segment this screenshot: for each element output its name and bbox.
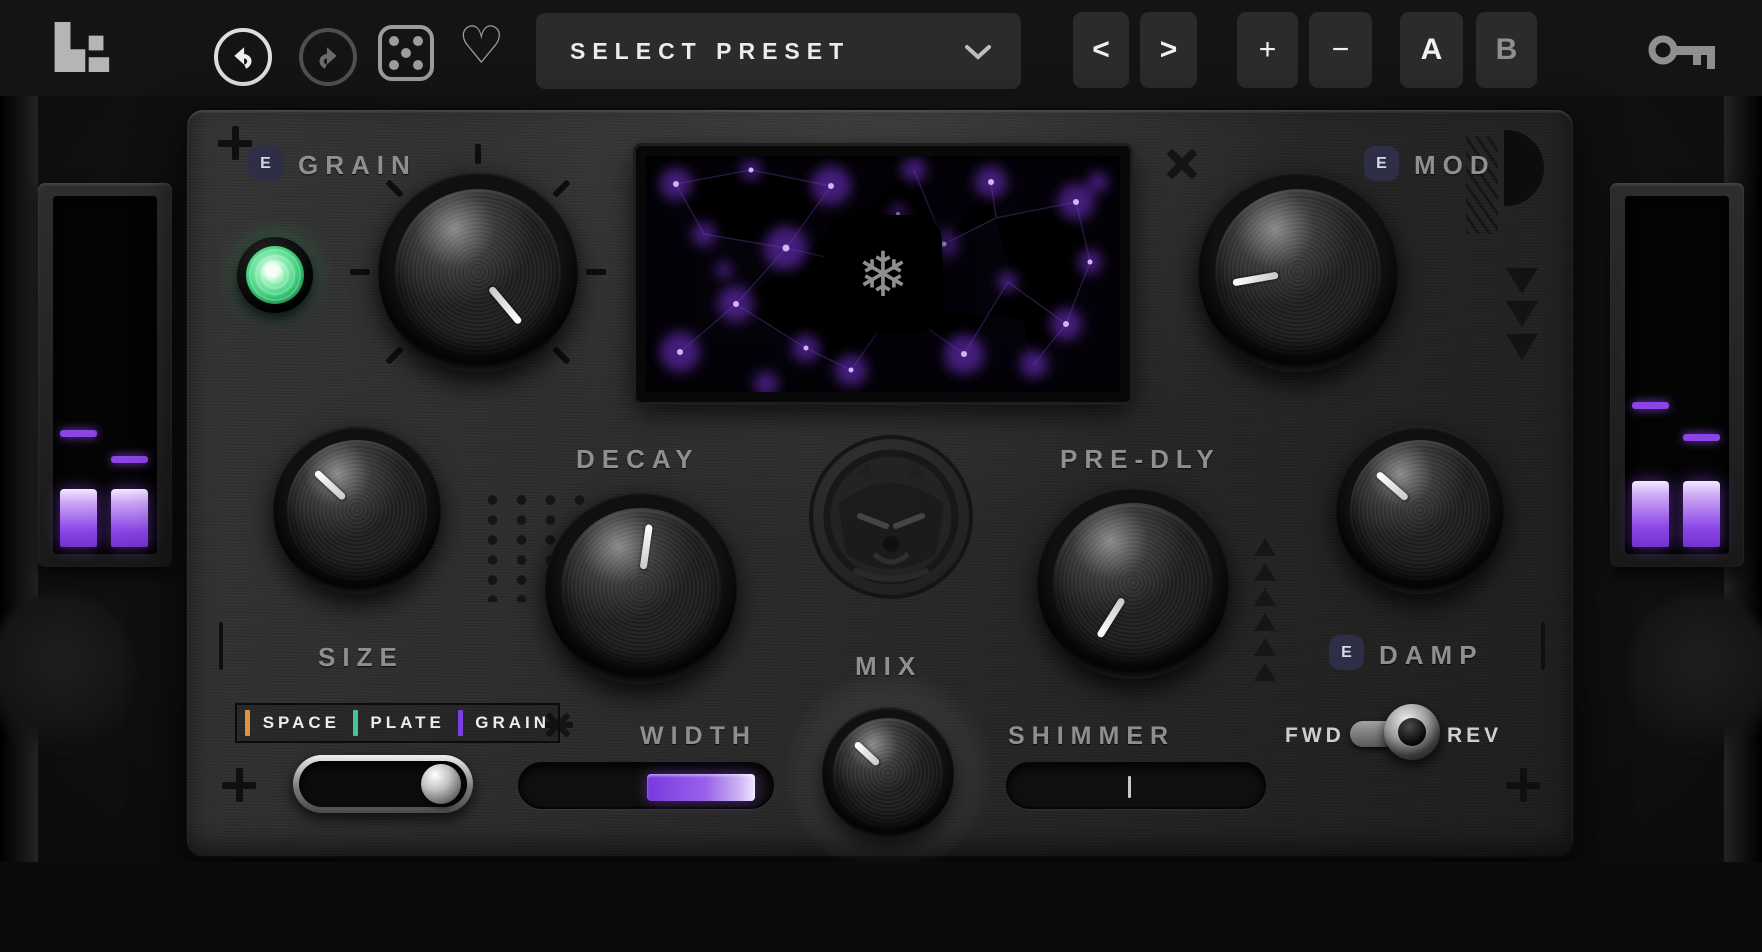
deco-triangle-up [1254, 588, 1276, 606]
grain-knob[interactable] [378, 172, 578, 372]
decay-label: DECAY [576, 444, 700, 475]
meter-window [1625, 196, 1729, 554]
output-level-meter [1610, 183, 1744, 567]
zoom-in-button[interactable]: + [1237, 12, 1298, 88]
mod-expand-badge[interactable]: E [1364, 146, 1399, 181]
deco-triangle-up [1254, 538, 1276, 556]
plugin-window: ♡ SELECT PRESET < > + − A B [0, 0, 1762, 952]
width-label: WIDTH [640, 722, 757, 751]
shimmer-slider[interactable] [1006, 762, 1266, 809]
favorite-heart-icon[interactable]: ♡ [458, 18, 505, 74]
input-level-meter [38, 183, 172, 567]
preset-prev-button[interactable]: < [1073, 12, 1129, 88]
predelay-label: PRE-DLY [1060, 444, 1221, 475]
meter-window [53, 196, 157, 554]
fwd-label: FWD [1285, 724, 1345, 748]
preset-select-label: SELECT PRESET [570, 38, 850, 65]
predelay-knob[interactable] [1037, 487, 1229, 679]
meter-peak-right [111, 456, 148, 463]
mode-option-plate[interactable]: PLATE [370, 713, 444, 733]
background-knob-right [1626, 592, 1762, 762]
particle-display: ❄ [646, 156, 1120, 392]
randomize-dice-button[interactable] [377, 24, 435, 87]
mode-option-grain[interactable]: GRAIN [475, 713, 550, 733]
deco-x-mark [1166, 148, 1198, 180]
deco-triangle-up [1254, 663, 1276, 681]
status-bar: i MODE: Space (Hall/Room/Chamber) / Plat… [0, 862, 1762, 952]
damp-expand-badge[interactable]: E [1329, 635, 1364, 670]
mod-knob[interactable] [1198, 172, 1398, 372]
rev-label: REV [1447, 724, 1502, 748]
meter-peak-left [60, 430, 97, 437]
background-knob-left [0, 592, 136, 762]
deco-plus-bottom-left [222, 768, 256, 802]
size-label: SIZE [318, 642, 404, 673]
meter-peak-right [1683, 434, 1720, 441]
mix-knob[interactable] [822, 707, 954, 839]
shimmer-label: SHIMMER [1008, 722, 1175, 751]
top-toolbar: ♡ SELECT PRESET < > + − A B [0, 0, 1762, 96]
deco-plus-top-left [218, 126, 252, 160]
shimmer-slider-handle[interactable] [1128, 776, 1131, 798]
deco-triangle-down [1506, 334, 1538, 360]
ab-compare-b-button[interactable]: B [1476, 12, 1537, 88]
snowflake-icon[interactable]: ❄ [824, 215, 942, 333]
undo-button[interactable] [214, 28, 272, 86]
mode-tick-plate [353, 710, 358, 736]
deco-triangle-down [1506, 301, 1538, 327]
deco-plus-bottom-right [1506, 768, 1540, 802]
meter-bar-left [1632, 481, 1669, 547]
direction-toggle-switch[interactable] [1384, 704, 1440, 760]
meter-peak-left [1632, 402, 1669, 409]
damp-knob[interactable] [1336, 426, 1504, 594]
mode-selector[interactable]: SPACE PLATE GRAIN [235, 703, 560, 743]
damp-label: DAMP [1379, 640, 1484, 671]
deco-triangle-up [1254, 563, 1276, 581]
deco-triangle-down [1506, 268, 1538, 294]
width-slider-fill [647, 774, 755, 801]
deco-triangle-up [1254, 613, 1276, 631]
redo-button[interactable] [299, 28, 357, 86]
zoom-out-button[interactable]: − [1309, 12, 1372, 88]
mode-tick-space [245, 710, 250, 736]
grain-expand-badge[interactable]: E [248, 146, 283, 181]
mode-slide-switch[interactable] [293, 755, 473, 813]
brand-logo-icon[interactable] [52, 22, 114, 77]
meter-bar-right [111, 489, 148, 547]
deco-triangle-up [1254, 638, 1276, 656]
mod-label: MOD [1414, 150, 1496, 181]
chevron-down-icon [963, 43, 993, 61]
mode-tick-grain [458, 710, 463, 736]
mode-slide-handle[interactable] [421, 764, 461, 804]
preset-select[interactable]: SELECT PRESET [536, 13, 1021, 89]
mascot-emblem [806, 432, 976, 602]
deco-line-left [219, 622, 223, 670]
visualizer-screen: ❄ [636, 146, 1130, 402]
preset-next-button[interactable]: > [1140, 12, 1197, 88]
width-slider[interactable] [518, 762, 774, 809]
license-key-icon[interactable] [1648, 28, 1720, 77]
meter-bar-left [60, 489, 97, 547]
deco-line-right [1541, 622, 1545, 670]
size-knob[interactable] [273, 426, 441, 594]
meter-bar-right [1683, 481, 1720, 547]
mode-option-space[interactable]: SPACE [263, 713, 340, 733]
decay-knob[interactable] [545, 492, 737, 684]
ab-compare-a-button[interactable]: A [1400, 12, 1463, 88]
